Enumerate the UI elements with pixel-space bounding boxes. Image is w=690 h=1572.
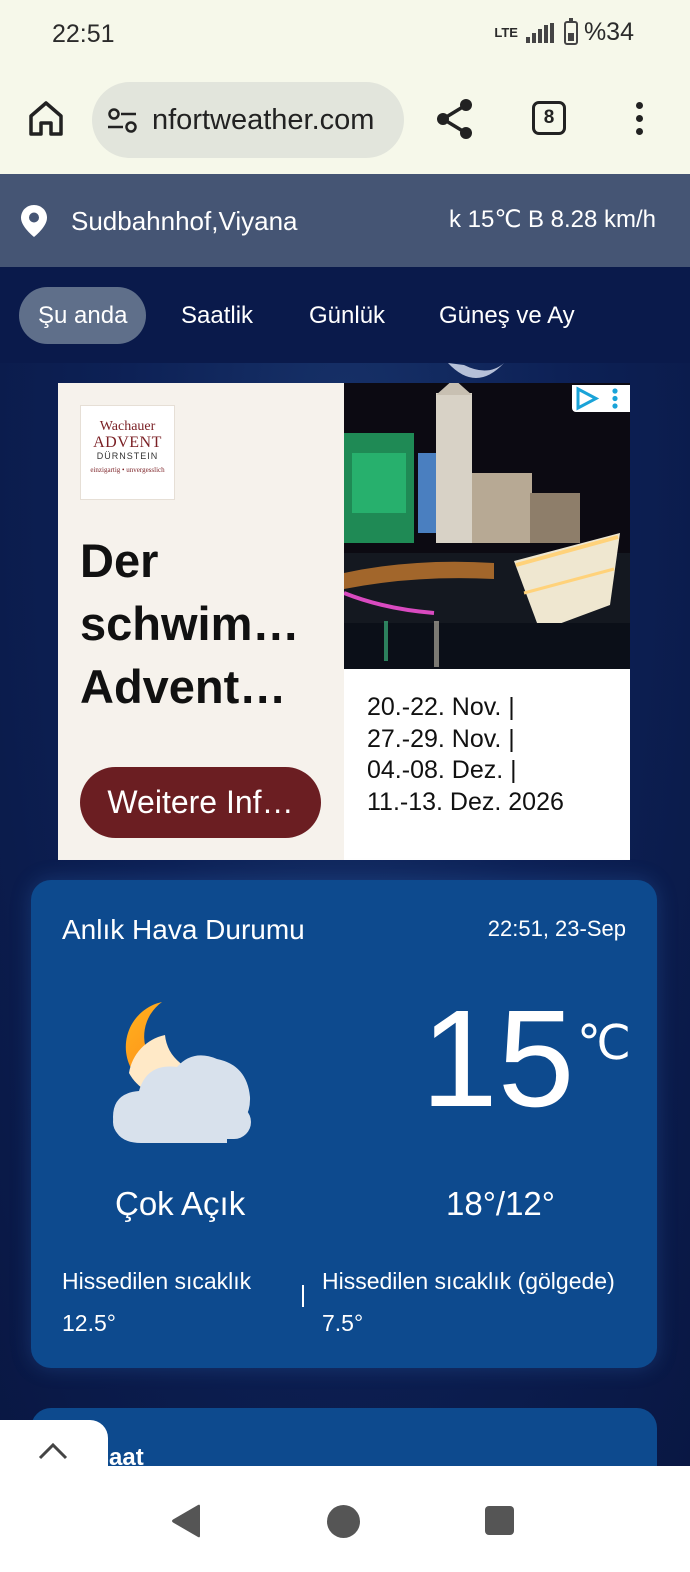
recent-apps-icon[interactable]	[485, 1506, 514, 1535]
ad-text-panel: Wachauer ADVENT DÜRNSTEIN einzigartig • …	[58, 383, 344, 860]
network-type: LTE	[494, 25, 518, 40]
signal-icon	[525, 22, 554, 43]
current-weather-card: Anlık Hava Durumu 22:51, 23-Sep 15 ℃ Çok…	[31, 880, 657, 1368]
status-time: 22:51	[52, 20, 115, 48]
status-bar: 22:51 LTE %34	[0, 0, 690, 70]
address-bar[interactable]: nfortweather.com	[92, 82, 404, 158]
home-nav-icon[interactable]	[327, 1505, 360, 1538]
forecast-tabs: Şu anda Saatlik Günlük Güneş ve Ay	[0, 267, 690, 363]
home-button[interactable]	[26, 98, 66, 142]
ad-headline: Der schwim… Advent…	[80, 534, 300, 713]
location-bar[interactable]: Sudbahnhof,Viyana k 15℃ B 8.28 km/h	[0, 174, 690, 267]
ad-image[interactable]	[344, 383, 630, 669]
ad-logo: Wachauer ADVENT DÜRNSTEIN einzigartig • …	[80, 405, 175, 500]
advertisement[interactable]: Wachauer ADVENT DÜRNSTEIN einzigartig • …	[58, 383, 630, 860]
ad-logo-line4: einzigartig • unvergesslich	[90, 466, 165, 474]
tab-now[interactable]: Şu anda	[19, 287, 147, 344]
hourly-card: Saat	[31, 1408, 657, 1466]
ad-cta-button[interactable]: Weitere Inf…	[80, 767, 321, 838]
tab-hourly[interactable]: Saatlik	[181, 287, 253, 344]
tab-sun-moon[interactable]: Güneş ve Ay	[439, 287, 575, 344]
system-nav-bar	[0, 1466, 690, 1572]
back-icon[interactable]	[170, 1504, 202, 1538]
moon-cloud-icon	[113, 1002, 251, 1143]
share-button[interactable]	[434, 96, 476, 147]
more-menu-icon[interactable]	[636, 102, 648, 141]
moon-decoration-icon	[448, 363, 504, 378]
status-icons: LTE %34	[494, 17, 634, 47]
feels-like-shade-temperature: Hissedilen sıcaklık (gölgede) 7.5°	[322, 1268, 615, 1336]
current-temperature: 15	[421, 982, 575, 1136]
weather-condition: Çok Açık	[115, 1185, 246, 1222]
battery-level: %34	[583, 18, 634, 46]
scroll-top-button[interactable]	[0, 1420, 108, 1466]
ad-logo-line1: Wachauer	[99, 419, 156, 434]
feels-like-temperature: Hissedilen sıcaklık 12.5°	[62, 1268, 252, 1336]
feels-divider	[302, 1285, 304, 1307]
card-title: Anlık Hava Durumu	[62, 914, 305, 945]
home-icon	[29, 101, 63, 136]
ad-dates: 20.-22. Nov. | 27.-29. Nov. | 04.-08. De…	[367, 693, 564, 816]
chevron-up-icon	[38, 1442, 68, 1460]
battery-icon	[563, 17, 578, 45]
location-pin-icon	[20, 204, 48, 243]
url-text: nfortweather.com	[152, 104, 375, 136]
tab-daily[interactable]: Günlük	[309, 287, 385, 344]
browser-toolbar: nfortweather.com 8	[0, 70, 690, 174]
web-page: Sudbahnhof,Viyana k 15℃ B 8.28 km/h Şu a…	[0, 174, 690, 1466]
ad-logo-line2: ADVENT	[93, 434, 162, 451]
ad-choices-icon[interactable]	[572, 385, 630, 412]
site-settings-icon[interactable]	[106, 107, 140, 140]
location-name: Sudbahnhof,Viyana	[71, 206, 298, 236]
share-icon	[437, 99, 472, 139]
ad-logo-line3: DÜRNSTEIN	[96, 451, 159, 461]
high-low-temperature: 18°/12°	[446, 1185, 555, 1222]
temperature-unit: ℃	[577, 1017, 631, 1070]
card-datetime: 22:51, 23-Sep	[487, 916, 626, 941]
tab-switcher-button[interactable]: 8	[532, 101, 566, 135]
location-weather-summary: k 15℃ B 8.28 km/h	[448, 206, 656, 233]
